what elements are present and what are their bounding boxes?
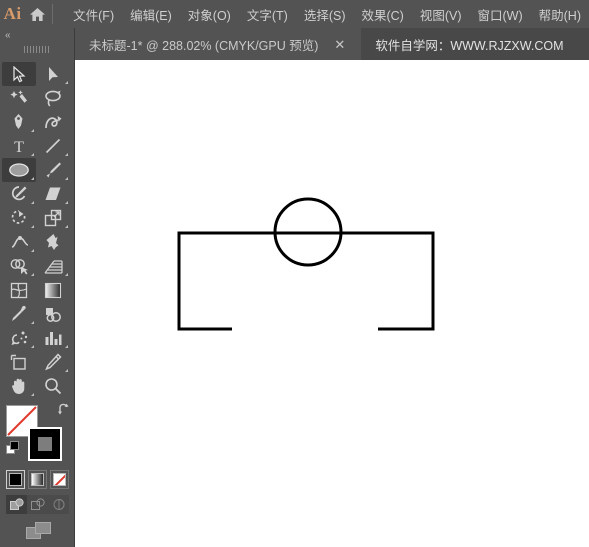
flyout-indicator-icon: [31, 153, 34, 156]
svg-text:T: T: [14, 139, 24, 154]
menu-divider: [52, 4, 54, 24]
tool-direct-selection[interactable]: [36, 62, 70, 86]
tool-rotate[interactable]: [2, 206, 36, 230]
tool-width[interactable]: [2, 230, 36, 254]
paint-mode-none[interactable]: [50, 470, 69, 489]
fill-stroke-controls: [6, 403, 70, 463]
tool-gradient[interactable]: [36, 278, 70, 302]
draw-mode-inside[interactable]: [48, 495, 69, 514]
tool-artboard[interactable]: [2, 350, 36, 374]
menu-item-object[interactable]: 对象(O): [180, 1, 239, 28]
document-tab-title: 未标题-1* @ 288.02% (CMYK/GPU 预览): [89, 38, 319, 53]
tool-shaper[interactable]: [2, 182, 36, 206]
tool-mesh[interactable]: [2, 278, 36, 302]
flyout-indicator-icon: [31, 177, 34, 180]
menu-item-file[interactable]: 文件(F): [65, 1, 122, 28]
color-swatch-icon: [9, 473, 22, 486]
tool-free-transform[interactable]: [36, 230, 70, 254]
flyout-indicator-icon: [31, 129, 34, 132]
draw-mode-group: [6, 495, 69, 514]
rectangle-path: [177, 231, 435, 331]
flyout-indicator-icon: [31, 273, 34, 276]
document-canvas[interactable]: [75, 60, 589, 547]
tool-column-graph[interactable]: [36, 326, 70, 350]
tool-symbol-sprayer[interactable]: [2, 326, 36, 350]
menu-item-help[interactable]: 帮助(H): [531, 1, 589, 28]
gradient-swatch-icon: [31, 473, 44, 486]
tool-scale[interactable]: [36, 206, 70, 230]
home-icon[interactable]: [25, 0, 50, 28]
flyout-indicator-icon: [31, 201, 34, 204]
tool-paintbrush[interactable]: [36, 158, 70, 182]
flyout-indicator-icon: [65, 177, 68, 180]
menu-bar: Ai 文件(F) 编辑(E) 对象(O) 文字(T) 选择(S) 效果(C) 视…: [0, 0, 589, 28]
menu-item-select[interactable]: 选择(S): [296, 1, 354, 28]
draw-mode-behind[interactable]: [27, 495, 48, 514]
flyout-indicator-icon: [31, 345, 34, 348]
flyout-indicator-icon: [65, 345, 68, 348]
menu-item-effect[interactable]: 效果(C): [353, 1, 411, 28]
tool-pen[interactable]: [2, 110, 36, 134]
flyout-indicator-icon: [65, 201, 68, 204]
tool-type[interactable]: T: [2, 134, 36, 158]
tool-selection[interactable]: [2, 62, 36, 86]
tool-magic-wand[interactable]: [2, 86, 36, 110]
artwork-svg: [177, 197, 435, 331]
tool-lasso[interactable]: [36, 86, 70, 110]
screen-mode-toggle[interactable]: [26, 522, 52, 545]
tool-blend[interactable]: [36, 302, 70, 326]
flyout-indicator-icon: [31, 225, 34, 228]
paint-mode-color[interactable]: [6, 470, 25, 489]
flyout-indicator-icon: [65, 273, 68, 276]
ai-logo: Ai: [3, 4, 22, 23]
menu-item-view[interactable]: 视图(V): [412, 1, 470, 28]
toolbar-header: «: [0, 28, 75, 60]
menu-item-window[interactable]: 窗口(W): [470, 1, 531, 28]
none-swatch-icon: [53, 473, 66, 486]
flyout-indicator-icon: [31, 321, 34, 324]
document-tab[interactable]: 未标题-1* @ 288.02% (CMYK/GPU 预览) ✕: [75, 28, 362, 60]
stroke-swatch-hole: [37, 436, 53, 452]
watermark-text: 软件自学网：WWW.RJZXW.COM: [375, 38, 564, 53]
stroke-swatch[interactable]: [28, 427, 62, 461]
tool-curvature[interactable]: [36, 110, 70, 134]
tool-ellipse[interactable]: [2, 158, 36, 182]
swap-fill-stroke-icon[interactable]: [57, 403, 70, 419]
menu-item-list: 文件(F) 编辑(E) 对象(O) 文字(T) 选择(S) 效果(C) 视图(V…: [65, 1, 589, 28]
toolbar-drag-handle[interactable]: [24, 46, 50, 53]
tool-shape-builder[interactable]: [2, 254, 36, 278]
tool-perspective-grid[interactable]: [36, 254, 70, 278]
tools-panel: T: [0, 60, 75, 547]
illustrator-window: Ai 文件(F) 编辑(E) 对象(O) 文字(T) 选择(S) 效果(C) 视…: [0, 0, 589, 547]
paint-mode-group: [6, 470, 69, 489]
flyout-indicator-icon: [65, 81, 68, 84]
tool-zoom[interactable]: [36, 374, 70, 398]
flyout-indicator-icon: [65, 153, 68, 156]
collapse-panel-icon[interactable]: «: [5, 30, 10, 41]
draw-mode-normal[interactable]: [6, 495, 27, 514]
paint-mode-gradient[interactable]: [28, 470, 47, 489]
flyout-indicator-icon: [65, 369, 68, 372]
document-tab-bar: « 未标题-1* @ 288.02% (CMYK/GPU 预览) ✕ 软件自学网…: [0, 28, 589, 60]
tool-slice[interactable]: [36, 350, 70, 374]
tool-eyedropper[interactable]: [2, 302, 36, 326]
tool-line-segment[interactable]: [36, 134, 70, 158]
tool-hand[interactable]: [2, 374, 36, 398]
default-fill-stroke-icon[interactable]: [6, 441, 20, 458]
close-icon[interactable]: ✕: [330, 36, 349, 53]
tool-eraser[interactable]: [36, 182, 70, 206]
flyout-indicator-icon: [31, 393, 34, 396]
menu-item-type[interactable]: 文字(T): [239, 1, 296, 28]
flyout-indicator-icon: [31, 249, 34, 252]
menu-item-edit[interactable]: 编辑(E): [122, 1, 180, 28]
tool-grid: T: [2, 62, 70, 398]
flyout-indicator-icon: [65, 225, 68, 228]
